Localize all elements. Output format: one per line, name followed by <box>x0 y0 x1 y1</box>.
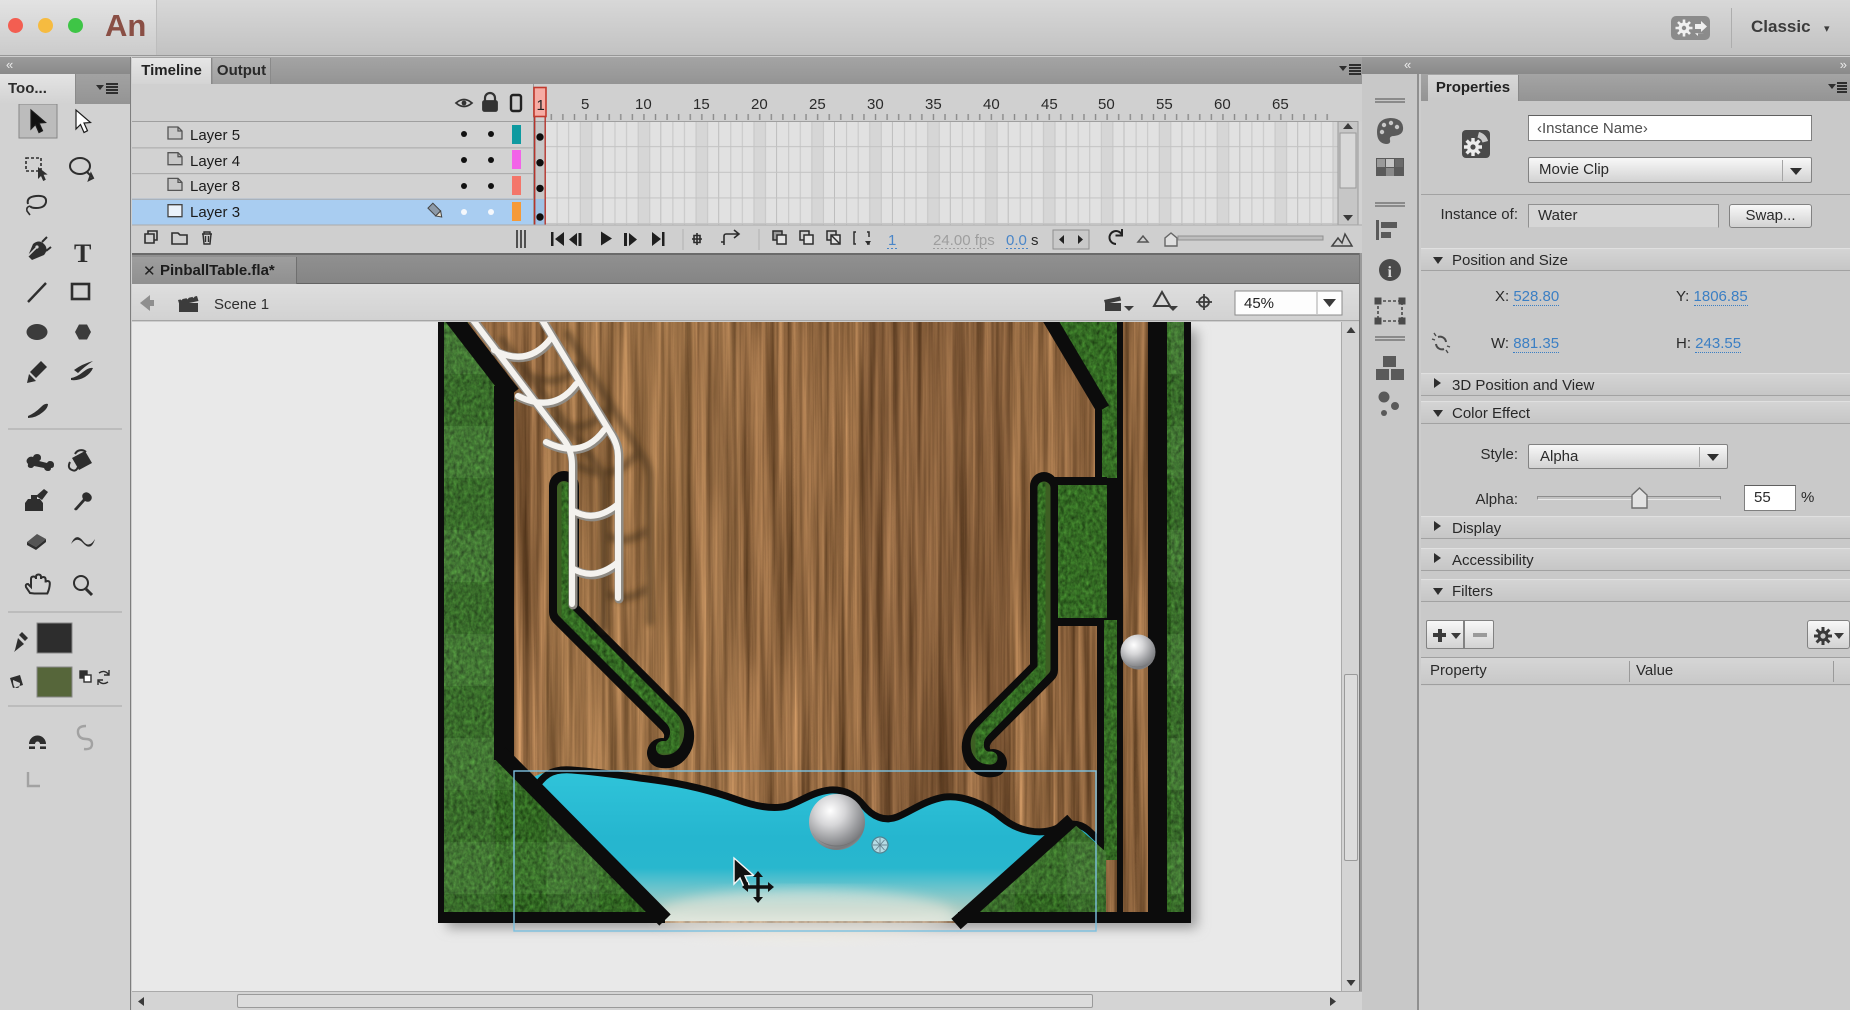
svg-text:Layer 5: Layer 5 <box>190 127 240 144</box>
svg-text:30: 30 <box>867 96 884 113</box>
svg-text:15: 15 <box>693 96 710 113</box>
svg-text:65: 65 <box>1272 96 1289 113</box>
svg-text:60: 60 <box>1214 96 1231 113</box>
svg-text:45: 45 <box>1041 96 1058 113</box>
svg-text:45%: 45% <box>1244 295 1274 312</box>
svg-text:10: 10 <box>635 96 652 113</box>
svg-text:Scene 1: Scene 1 <box>214 296 269 313</box>
svg-text:25: 25 <box>809 96 826 113</box>
svg-text:i: i <box>1388 264 1393 281</box>
svg-text:20: 20 <box>751 96 768 113</box>
svg-text:1: 1 <box>537 97 545 114</box>
svg-text:35: 35 <box>925 96 942 113</box>
svg-text:Layer 3: Layer 3 <box>190 204 240 221</box>
svg-text:T: T <box>74 239 91 268</box>
svg-text:Layer 4: Layer 4 <box>190 153 240 170</box>
svg-text:5: 5 <box>581 96 589 113</box>
svg-text:s: s <box>1031 232 1039 249</box>
svg-text:50: 50 <box>1098 96 1115 113</box>
svg-text:0.0: 0.0 <box>1006 232 1027 249</box>
svg-text:55: 55 <box>1156 96 1173 113</box>
svg-text:1: 1 <box>888 232 896 249</box>
svg-text:Layer 8: Layer 8 <box>190 178 240 195</box>
svg-text:24.00 fps: 24.00 fps <box>933 232 995 249</box>
svg-text:40: 40 <box>983 96 1000 113</box>
